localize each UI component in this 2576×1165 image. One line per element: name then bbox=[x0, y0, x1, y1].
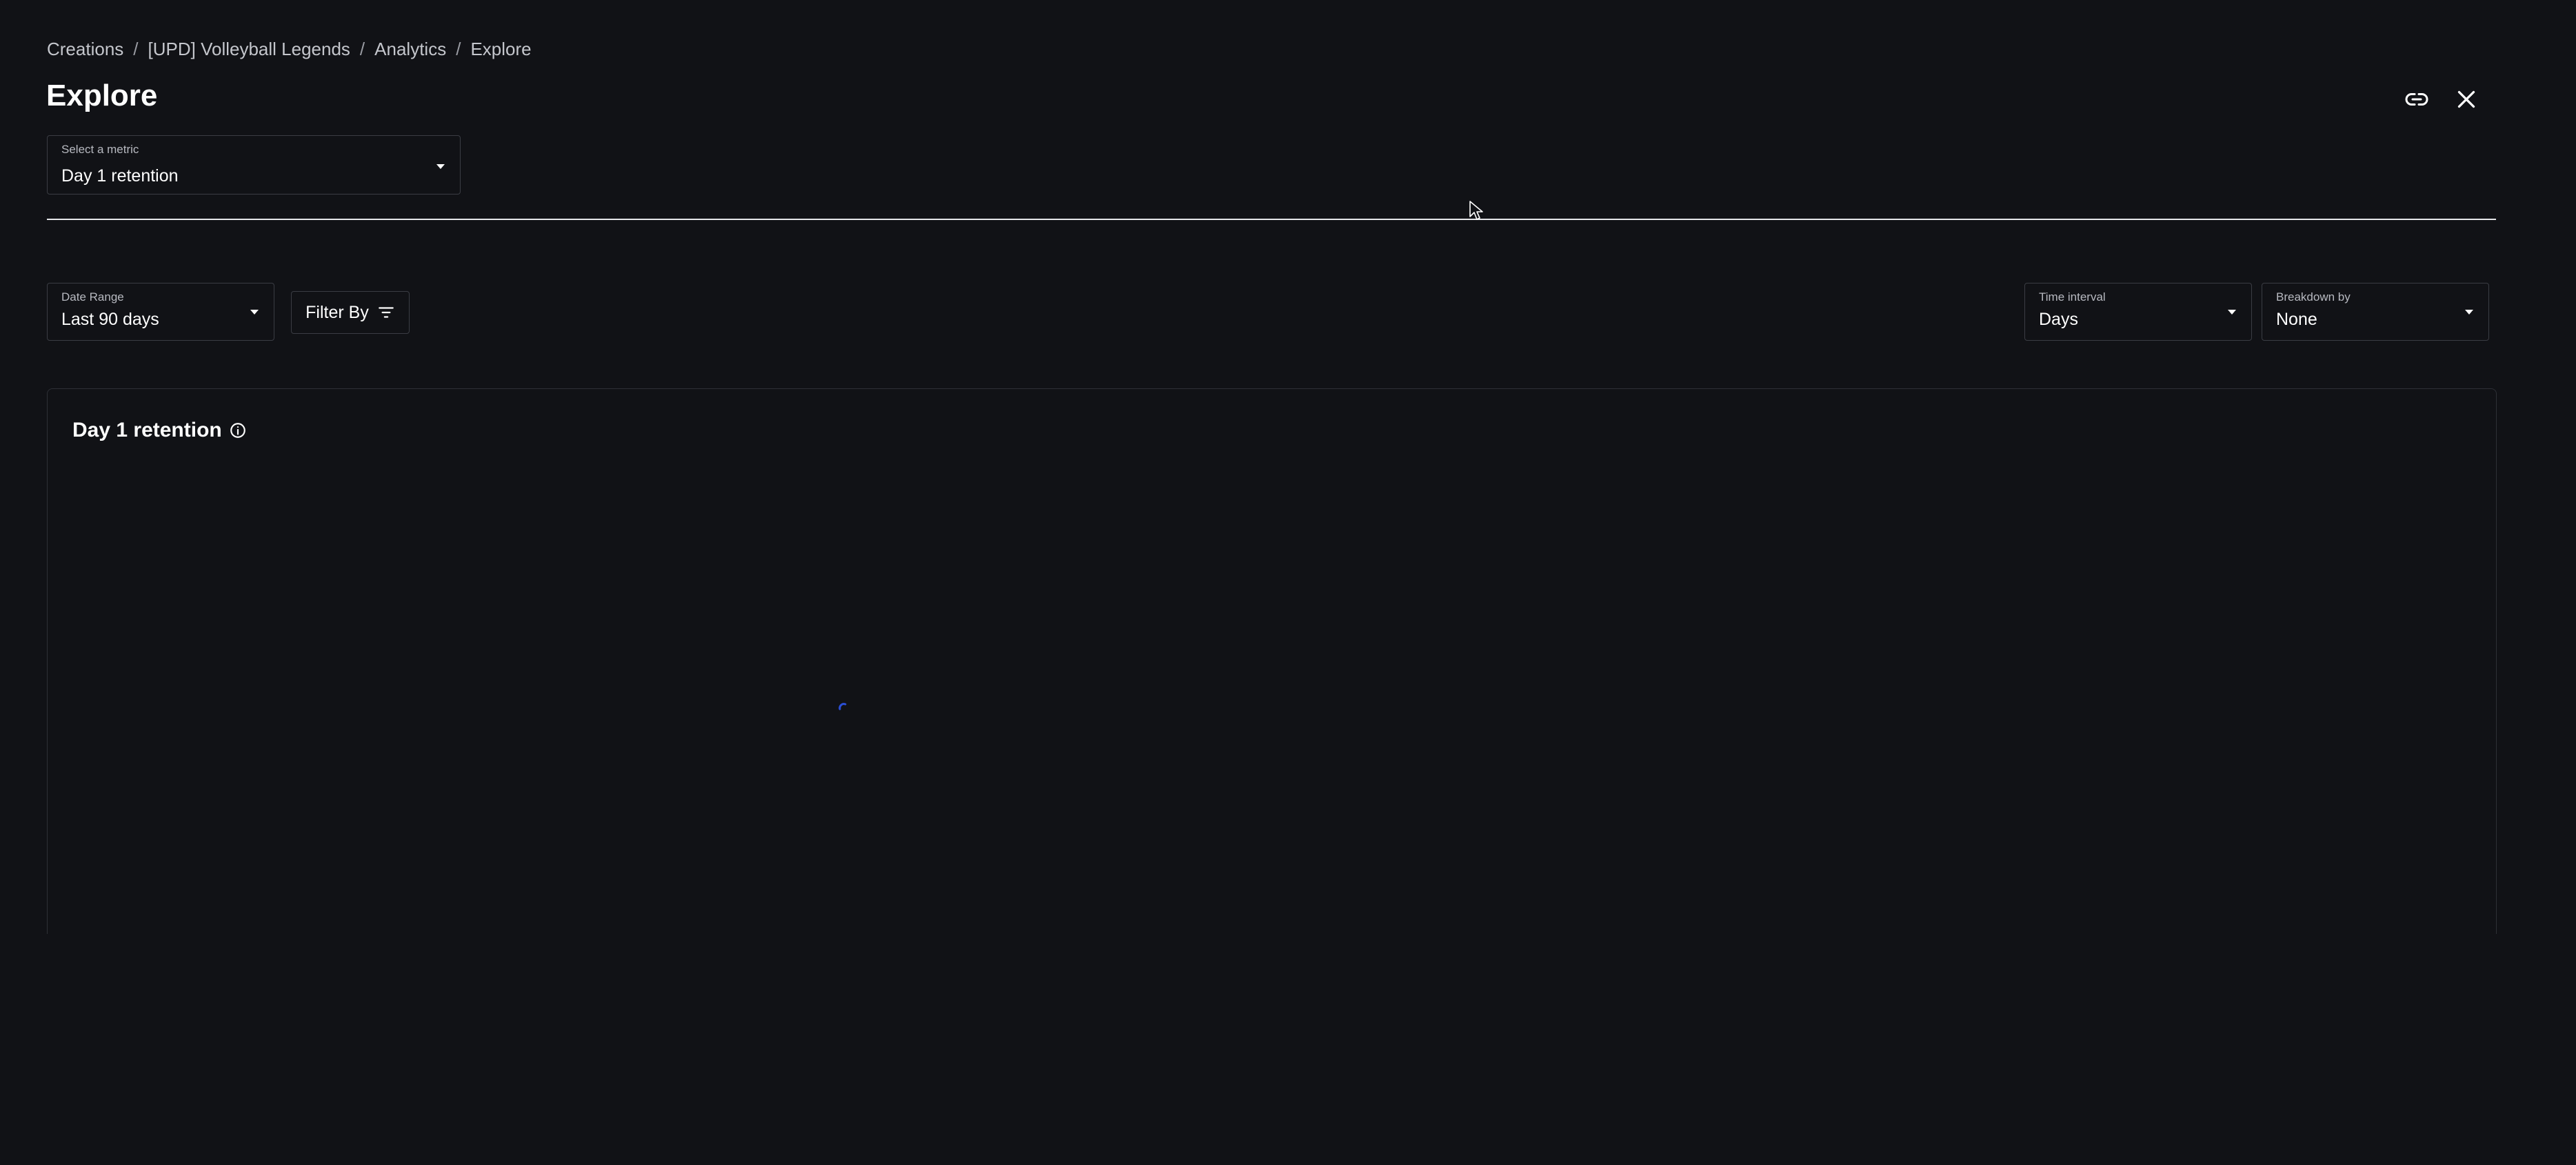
page-footer-area bbox=[0, 934, 2576, 1165]
section-divider bbox=[47, 219, 2496, 220]
time-interval-label: Time interval bbox=[2039, 290, 2106, 303]
link-icon bbox=[2405, 93, 2428, 106]
metric-select-label: Select a metric bbox=[61, 143, 139, 156]
breadcrumb-analytics[interactable]: Analytics bbox=[374, 39, 446, 60]
breadcrumb-separator: / bbox=[359, 39, 365, 59]
caret-down-icon bbox=[2465, 310, 2473, 315]
filter-by-label: Filter By bbox=[305, 302, 369, 322]
breadcrumb-experience[interactable]: [UPD] Volleyball Legends bbox=[148, 39, 350, 60]
breakdown-select[interactable]: Breakdown by None bbox=[2262, 283, 2489, 341]
breadcrumb-creations[interactable]: Creations bbox=[47, 39, 123, 60]
mouse-cursor-icon bbox=[1469, 201, 1483, 220]
caret-down-icon bbox=[436, 164, 445, 169]
metric-select-value: Day 1 retention bbox=[61, 166, 179, 186]
breadcrumb-explore: Explore bbox=[470, 39, 532, 59]
close-icon bbox=[2457, 90, 2475, 108]
metric-select[interactable]: Select a metric Day 1 retention bbox=[47, 135, 461, 195]
breadcrumb-separator: / bbox=[456, 39, 461, 59]
breadcrumb: Creations / [UPD] Volleyball Legends / A… bbox=[47, 39, 532, 60]
filter-by-button[interactable]: Filter By bbox=[291, 291, 410, 334]
copy-link-button[interactable] bbox=[2396, 79, 2437, 120]
chart-title: Day 1 retention bbox=[72, 419, 247, 442]
time-interval-value: Days bbox=[2039, 310, 2078, 329]
breakdown-label: Breakdown by bbox=[2276, 290, 2351, 303]
breakdown-value: None bbox=[2276, 310, 2317, 329]
breadcrumb-separator: / bbox=[133, 39, 139, 59]
caret-down-icon bbox=[250, 310, 259, 315]
caret-down-icon bbox=[2228, 310, 2236, 315]
date-range-select[interactable]: Date Range Last 90 days bbox=[47, 283, 274, 341]
page-title: Explore bbox=[46, 79, 158, 112]
filter-icon bbox=[379, 307, 394, 318]
date-range-value: Last 90 days bbox=[61, 310, 159, 329]
close-button[interactable] bbox=[2446, 79, 2487, 120]
chart-title-text: Day 1 retention bbox=[72, 419, 222, 441]
loading-spinner-icon bbox=[838, 703, 847, 710]
info-icon[interactable] bbox=[229, 421, 247, 439]
date-range-label: Date Range bbox=[61, 290, 124, 303]
time-interval-select[interactable]: Time interval Days bbox=[2024, 283, 2252, 341]
